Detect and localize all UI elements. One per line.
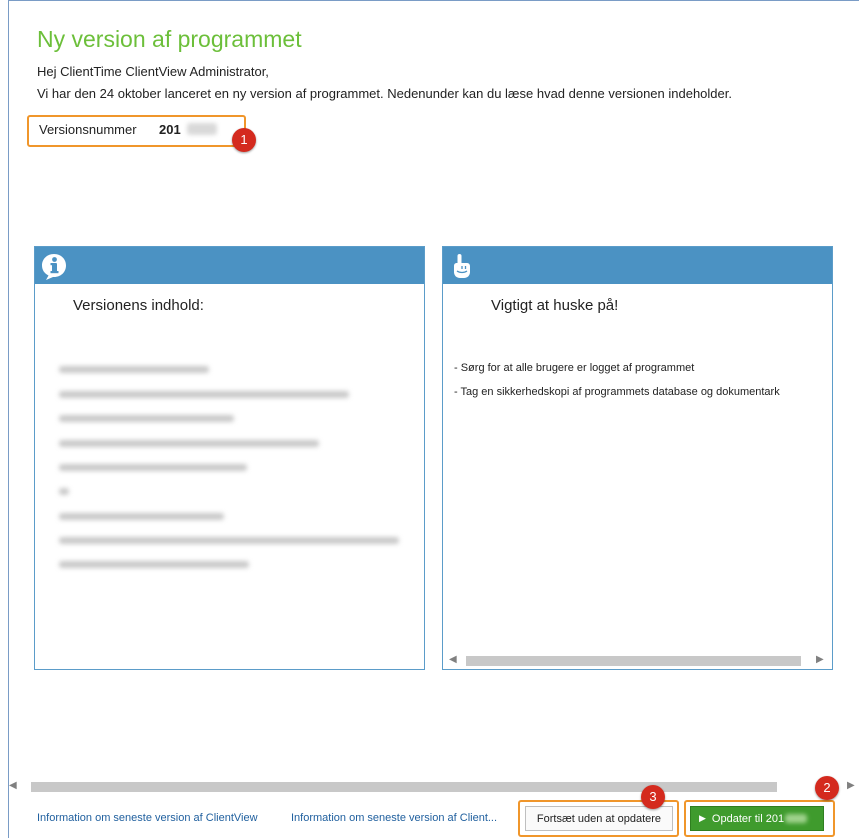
version-number-blurred (187, 123, 217, 135)
link-client-info[interactable]: Information om seneste version af Client… (291, 812, 497, 824)
panel-header (443, 247, 832, 284)
scroll-thumb[interactable] (466, 656, 801, 666)
remember-panel-title: Vigtigt at huske på! (491, 297, 619, 314)
scroll-left-arrow-icon[interactable]: ◀ (9, 780, 17, 791)
update-button-label: Opdater til 201 (711, 812, 785, 825)
pointing-hand-icon (454, 254, 470, 278)
version-contents-panel: Versionens indhold: (34, 246, 425, 670)
info-icon (42, 254, 66, 280)
version-label: Versionsnummer (39, 122, 137, 137)
remember-panel: Vigtigt at huske på! - Sørg for at alle … (442, 246, 833, 670)
panel-horizontal-scrollbar[interactable]: ◀ ▶ (443, 654, 832, 668)
callout-badge-2: 2 (815, 776, 839, 800)
continue-without-update-button[interactable]: Fortsæt uden at opdatere (525, 806, 673, 831)
greeting-text: Hej ClientTime ClientView Administrator, (37, 64, 269, 79)
scroll-left-arrow-icon[interactable]: ◀ (449, 654, 457, 665)
remember-item-logout: - Sørg for at alle brugere er logget af … (454, 362, 695, 374)
scroll-right-arrow-icon[interactable]: ▶ (816, 654, 824, 665)
contents-panel-title: Versionens indhold: (73, 297, 204, 314)
link-clientview-info[interactable]: Information om seneste version af Client… (37, 812, 258, 824)
main-horizontal-scrollbar[interactable]: ◀ ▶ (9, 780, 859, 794)
scroll-right-arrow-icon[interactable]: ▶ (847, 780, 855, 791)
play-icon: ▶ (699, 813, 706, 823)
update-version-blurred (785, 814, 808, 823)
callout-badge-1: 1 (232, 128, 256, 152)
version-number: 201 (159, 122, 181, 137)
intro-text: Vi har den 24 oktober lanceret en ny ver… (37, 86, 732, 101)
remember-item-backup: - Tag en sikkerhedskopi af programmets d… (454, 386, 780, 398)
update-button[interactable]: ▶ Opdater til 201 (690, 806, 824, 831)
scroll-thumb[interactable] (31, 782, 777, 792)
callout-badge-3: 3 (641, 785, 665, 809)
panel-header (35, 247, 424, 284)
page-title: Ny version af programmet (37, 26, 302, 52)
